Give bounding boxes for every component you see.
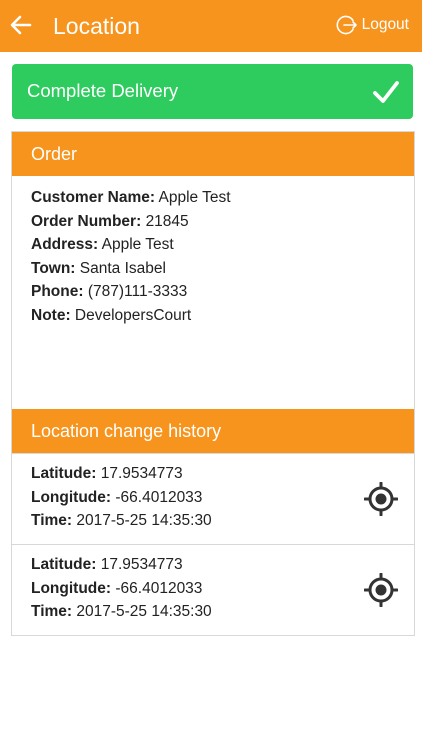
target-icon[interactable] [364, 482, 398, 516]
field-label: Town: [31, 259, 76, 277]
address-row: Address: Apple Test [31, 233, 401, 257]
latitude-label: Latitude: [31, 556, 97, 573]
field-value: (787)111-3333 [87, 283, 188, 301]
field-label: Phone: [31, 283, 84, 301]
longitude-row: Longitude: -66.4012033 [31, 577, 212, 601]
back-arrow-icon[interactable] [8, 12, 34, 38]
field-value: 21845 [145, 212, 189, 230]
field-label: Order Number: [31, 212, 142, 230]
time-label: Time: [31, 603, 73, 621]
logout-button[interactable]: Logout [336, 13, 409, 37]
longitude-label: Longitude: [31, 579, 112, 597]
phone-row: Phone: (787)111-3333 [31, 280, 401, 304]
field-label: Address: [31, 236, 99, 254]
order-section-header: Order [12, 132, 414, 176]
longitude-value: -66.4012033 [115, 488, 203, 506]
time-value: 2017-5-25 14:35:30 [76, 512, 212, 530]
note-row: Note: DevelopersCourt [31, 304, 401, 328]
field-label: Customer Name: [31, 189, 156, 206]
complete-delivery-label: Complete Delivery [27, 80, 179, 101]
field-value: Santa Isabel [79, 259, 166, 277]
order-details: Customer Name: Apple Test Order Number: … [31, 186, 401, 328]
time-value: 2017-5-25 14:35:30 [76, 603, 212, 621]
latitude-value: 17.9534773 [100, 465, 183, 482]
town-row: Town: Santa Isabel [31, 257, 401, 281]
app-header: Location Logout [0, 0, 422, 52]
field-value: DevelopersCourt [74, 306, 192, 324]
history-entry-details: Latitude: 17.9534773 Longitude: -66.4012… [31, 553, 212, 624]
history-entry-details: Latitude: 17.9534773 Longitude: -66.4012… [31, 462, 212, 533]
latitude-label: Latitude: [31, 465, 97, 482]
latitude-value: 17.9534773 [100, 556, 183, 573]
order-section-title: Order [31, 144, 78, 164]
time-row: Time: 2017-5-25 14:35:30 [31, 509, 212, 533]
page-title: Location [53, 13, 140, 39]
history-entry: Latitude: 17.9534773 Longitude: -66.4012… [12, 544, 414, 635]
field-value: Apple Test [158, 189, 231, 206]
history-entry: Latitude: 17.9534773 Longitude: -66.4012… [12, 453, 414, 544]
latitude-row: Latitude: 17.9534773 [31, 462, 212, 486]
customer-name-row: Customer Name: Apple Test [31, 186, 401, 210]
delivery-card: Order Customer Name: Apple Test Order Nu… [11, 131, 415, 636]
history-section-header: Location change history [12, 409, 414, 453]
logout-label: Logout [361, 16, 409, 33]
complete-delivery-button[interactable]: Complete Delivery [12, 64, 413, 119]
target-icon[interactable] [364, 573, 398, 607]
history-section-title: Location change history [31, 421, 222, 441]
checkmark-icon [373, 81, 399, 103]
latitude-row: Latitude: 17.9534773 [31, 553, 212, 577]
time-label: Time: [31, 512, 73, 530]
logout-icon [336, 15, 357, 35]
field-value: Apple Test [101, 236, 174, 254]
longitude-row: Longitude: -66.4012033 [31, 486, 212, 510]
longitude-label: Longitude: [31, 488, 112, 506]
time-row: Time: 2017-5-25 14:35:30 [31, 600, 212, 624]
order-number-row: Order Number: 21845 [31, 210, 401, 234]
field-label: Note: [31, 306, 71, 324]
longitude-value: -66.4012033 [115, 579, 203, 597]
